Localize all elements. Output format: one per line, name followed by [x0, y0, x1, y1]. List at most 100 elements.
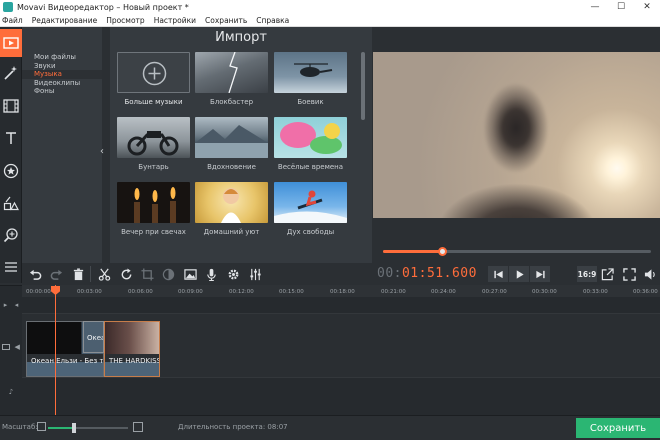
- maximize-button[interactable]: ☐: [608, 0, 634, 14]
- music-tile-candlelight[interactable]: Вечер при свечах: [117, 182, 190, 236]
- close-button[interactable]: ✕: [634, 0, 660, 14]
- undo-button[interactable]: [26, 266, 44, 282]
- star-icon: [3, 163, 19, 179]
- clip-properties-button[interactable]: [224, 266, 242, 282]
- minimize-button[interactable]: —: [582, 0, 608, 14]
- transitions-tool-button[interactable]: [0, 92, 22, 120]
- play-button[interactable]: [509, 266, 529, 282]
- menu-file[interactable]: Файл: [2, 16, 23, 25]
- menu-edit[interactable]: Редактирование: [32, 16, 97, 25]
- timeline-clip[interactable]: Океа: [83, 321, 104, 353]
- equalizer-icon: [249, 268, 261, 280]
- text-icon: [6, 132, 16, 144]
- import-icon: [3, 37, 19, 49]
- category-item-sounds[interactable]: Звуки: [22, 62, 102, 71]
- magic-wand-icon: [4, 66, 17, 80]
- crop-button[interactable]: [138, 266, 156, 282]
- motorcycle-image: [127, 131, 179, 156]
- record-audio-button[interactable]: [202, 266, 220, 282]
- filmstrip-icon: [3, 99, 19, 113]
- scissors-icon: [98, 268, 110, 281]
- video-preview[interactable]: [373, 52, 660, 218]
- more-tools-button[interactable]: [0, 253, 22, 281]
- lightning-image: [228, 52, 238, 93]
- music-tile-more[interactable]: Больше музыки: [117, 52, 190, 106]
- menu-settings[interactable]: Настройки: [154, 16, 196, 25]
- undo-icon: [29, 269, 41, 280]
- title-bar: Movavi Видеоредактор – Новый проект * — …: [0, 0, 660, 14]
- equalizer-button[interactable]: [246, 266, 264, 282]
- tile-label: Блокбастер: [209, 98, 254, 106]
- zoom-in-icon[interactable]: [133, 422, 143, 432]
- playhead[interactable]: [55, 285, 56, 415]
- category-list: Мои файлы Звуки Музыка Видеоклипы Фоны: [22, 27, 102, 283]
- grid-scrollbar[interactable]: [361, 52, 365, 120]
- cut-button[interactable]: [95, 266, 113, 282]
- save-button[interactable]: Сохранить: [576, 418, 660, 438]
- track-volume-icon[interactable]: ◂: [15, 301, 19, 309]
- tile-label: Больше музыки: [124, 98, 183, 106]
- music-tile-home-comfort[interactable]: Домашний уют: [195, 182, 268, 236]
- title-track[interactable]: [22, 298, 660, 314]
- preview-scrub-handle[interactable]: [437, 247, 447, 256]
- import-tool-button[interactable]: [0, 29, 22, 57]
- track-mute-icon[interactable]: ◀: [14, 343, 19, 351]
- media-button[interactable]: [181, 266, 199, 282]
- stickers-tool-button[interactable]: [0, 157, 22, 185]
- title-track-controls: ▸ ◂: [0, 298, 22, 312]
- ruler-tick: 00:09:00: [178, 289, 203, 295]
- menu-help[interactable]: Справка: [256, 16, 289, 25]
- music-tile-action[interactable]: Боевик: [274, 52, 347, 106]
- clip-name: Океан Ельзи - Без те: [31, 357, 104, 365]
- music-tile-inspiration[interactable]: Вдохновение: [195, 117, 268, 171]
- trash-icon: [73, 267, 83, 280]
- music-track[interactable]: [22, 378, 660, 412]
- tile-label: Дух свободы: [286, 228, 335, 236]
- callouts-tool-button[interactable]: [0, 189, 22, 217]
- redo-button[interactable]: [47, 266, 65, 282]
- tile-thumbnail: [195, 117, 268, 158]
- music-note-icon: ♪: [8, 388, 14, 396]
- rotate-button[interactable]: [117, 266, 135, 282]
- ruler-tick: 00:00:00: [26, 289, 51, 295]
- ruler-tick: 00:33:00: [583, 289, 608, 295]
- volume-button[interactable]: [641, 266, 659, 282]
- category-item-music[interactable]: Музыка: [22, 70, 102, 79]
- skip-forward-icon: [535, 270, 545, 278]
- tile-thumbnail: [195, 52, 268, 93]
- filters-tool-button[interactable]: [0, 59, 22, 87]
- music-tile-blockbuster[interactable]: Блокбастер: [195, 52, 268, 106]
- menu-save[interactable]: Сохранить: [205, 16, 247, 25]
- tile-label: Вдохновение: [207, 163, 256, 171]
- duration-value: 08:07: [267, 423, 288, 431]
- music-tile-fun-times[interactable]: Весёлые времена: [274, 117, 347, 171]
- category-item-videoclips[interactable]: Видеоклипы: [22, 79, 102, 88]
- ruler-tick: 00:30:00: [532, 289, 557, 295]
- detach-preview-button[interactable]: [598, 266, 616, 282]
- category-item-backgrounds[interactable]: Фоны: [22, 87, 102, 96]
- music-tile-spirit-of-freedom[interactable]: Дух свободы: [274, 182, 347, 236]
- track-eye-icon[interactable]: ▸: [4, 301, 8, 309]
- track-visibility-icon[interactable]: [2, 344, 11, 350]
- ruler-tick: 00:03:00: [77, 289, 102, 295]
- titles-tool-button[interactable]: [0, 124, 22, 152]
- zoom-slider-handle[interactable]: [72, 423, 77, 433]
- tile-label: Домашний уют: [203, 228, 260, 236]
- category-item-my-files[interactable]: Мои файлы: [22, 53, 102, 62]
- zoom-out-icon[interactable]: [37, 422, 46, 431]
- mountain-lake-image: [195, 125, 268, 158]
- delete-button[interactable]: [69, 266, 87, 282]
- menu-view[interactable]: Просмотр: [106, 16, 145, 25]
- next-frame-button[interactable]: [530, 266, 550, 282]
- candles-image: [134, 187, 176, 223]
- pan-zoom-tool-button[interactable]: [0, 221, 22, 249]
- aspect-ratio-button[interactable]: 16:9: [577, 266, 597, 282]
- plus-icon: [142, 61, 167, 86]
- collapse-panel-button[interactable]: ‹: [100, 146, 110, 160]
- color-adjust-button[interactable]: [159, 266, 177, 282]
- timeline-clip[interactable]: THE HARDKISS: [104, 321, 160, 377]
- music-tile-rebel[interactable]: Бунтарь: [117, 117, 190, 171]
- previous-frame-button[interactable]: [488, 266, 508, 282]
- ruler-tick: 00:24:00: [431, 289, 456, 295]
- fullscreen-button[interactable]: [620, 266, 638, 282]
